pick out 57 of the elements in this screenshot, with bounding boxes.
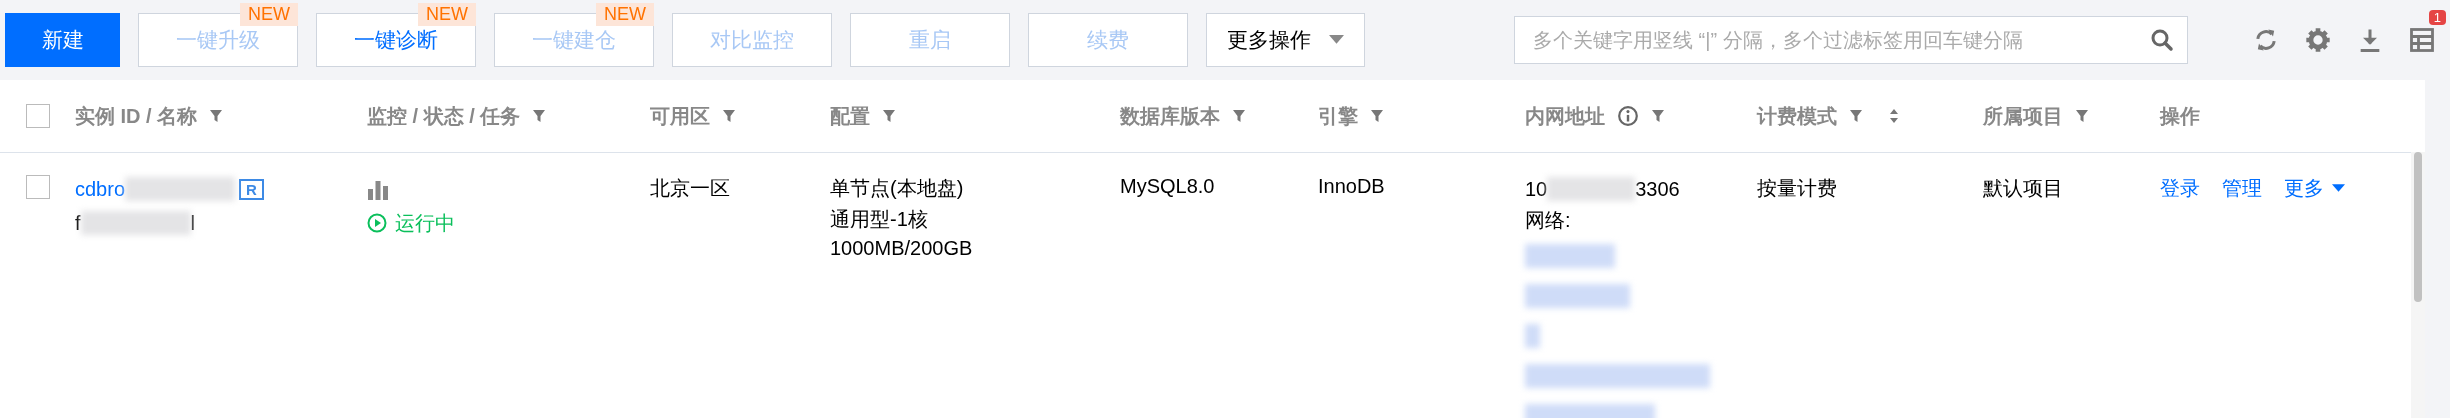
status-text: 运行中 — [395, 210, 455, 236]
ip-text: 10 — [1525, 177, 1548, 201]
toolbar-button[interactable]: 新建 — [5, 13, 120, 67]
action-link[interactable]: 登录 — [2160, 175, 2200, 202]
checkbox[interactable] — [25, 104, 50, 128]
action-link[interactable]: 更多 — [2284, 175, 2345, 202]
caret-icon — [1329, 35, 1344, 45]
toolbar-button[interactable]: 更多操作 — [1206, 13, 1365, 67]
monitor-chart-icon[interactable] — [367, 178, 389, 200]
column-header: 所属项目 — [1983, 103, 2063, 129]
readonly-badge: R — [239, 178, 264, 200]
filter-icon[interactable] — [1651, 109, 1665, 123]
instance-id-link[interactable]: cdbro — [75, 177, 126, 201]
scrollbar[interactable] — [2411, 152, 2425, 418]
column-header: 监控 / 状态 / 任务 — [367, 103, 521, 129]
engine-text: InnoDB — [1318, 175, 1386, 198]
new-badge: NEW — [418, 3, 476, 26]
sort-icon[interactable] — [1889, 108, 1899, 124]
notification-badge: 1 — [2428, 10, 2446, 25]
billing-text: 按量计费 — [1757, 176, 1838, 201]
info-icon[interactable] — [1617, 105, 1639, 127]
filter-icon[interactable] — [532, 109, 547, 123]
config-text: 通用型-1核 — [830, 207, 929, 232]
column-header: 可用区 — [650, 103, 710, 129]
new-badge: NEW — [240, 3, 298, 26]
filter-icon[interactable] — [882, 109, 896, 123]
project-text: 默认项目 — [1983, 176, 2064, 201]
blurred-text — [1525, 324, 1540, 348]
network-label: 网络: — [1525, 208, 1572, 233]
column-header: 实例 ID / 名称 — [75, 103, 198, 129]
filter-icon[interactable] — [1232, 109, 1246, 123]
filter-icon[interactable] — [2075, 109, 2089, 123]
action-link[interactable]: 管理 — [2222, 175, 2262, 202]
filter-icon[interactable] — [1849, 109, 1863, 123]
table-icon[interactable] — [2408, 26, 2436, 54]
checkbox[interactable] — [25, 175, 50, 199]
search-icon[interactable] — [2150, 28, 2174, 52]
filter-icon[interactable] — [209, 109, 224, 123]
column-header: 计费模式 — [1757, 103, 1837, 129]
column-header: 数据库版本 — [1120, 103, 1220, 129]
version-text: MySQL8.0 — [1120, 175, 1216, 198]
play-icon — [367, 213, 387, 233]
new-badge: NEW — [596, 3, 654, 26]
zone-text: 北京一区 — [650, 176, 731, 201]
column-header: 引擎 — [1318, 103, 1358, 129]
search-field[interactable]: 多个关键字用竖线 “|” 分隔，多个过滤标签用回车键分隔 — [1514, 16, 2188, 64]
column-header: 内网地址 — [1525, 103, 1605, 129]
ip-text: 3306 — [1635, 177, 1680, 201]
config-text: 单节点(本地盘) — [830, 176, 965, 201]
settings-icon[interactable] — [2304, 26, 2332, 54]
instance-name: l — [190, 211, 195, 235]
filter-icon[interactable] — [1370, 109, 1384, 123]
filter-icon[interactable] — [722, 109, 736, 123]
column-header: 配置 — [830, 103, 870, 129]
column-header: 操作 — [2160, 103, 2200, 129]
instance-name: f — [75, 211, 81, 235]
config-text: 1000MB/200GB — [830, 237, 974, 260]
